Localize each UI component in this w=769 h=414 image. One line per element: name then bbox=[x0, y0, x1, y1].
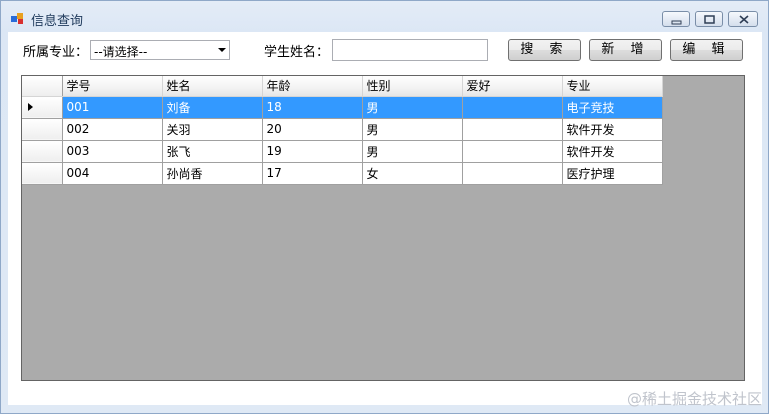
cell-id[interactable]: 004 bbox=[62, 162, 163, 185]
student-data-grid[interactable]: 学号 姓名 年龄 性别 爱好 专业 001 刘备 18 男 电子竞技 002 关… bbox=[21, 75, 745, 381]
cell-gender[interactable]: 男 bbox=[362, 118, 463, 141]
cell-gender[interactable]: 女 bbox=[362, 162, 463, 185]
add-button[interactable]: 新 增 bbox=[589, 39, 662, 61]
window-title: 信息查询 bbox=[31, 14, 84, 29]
cell-major[interactable]: 软件开发 bbox=[562, 140, 663, 163]
major-select-value: --请选择-- bbox=[94, 45, 148, 59]
cell-hobby[interactable] bbox=[462, 96, 563, 119]
cell-id[interactable]: 003 bbox=[62, 140, 163, 163]
chevron-down-icon[interactable] bbox=[218, 48, 226, 52]
student-table: 学号 姓名 年龄 性别 爱好 专业 001 刘备 18 男 电子竞技 002 关… bbox=[22, 76, 663, 185]
maximize-icon bbox=[704, 15, 715, 24]
column-header-gender[interactable]: 性别 bbox=[362, 76, 463, 97]
cell-gender[interactable]: 男 bbox=[362, 96, 463, 119]
major-select[interactable]: --请选择-- bbox=[90, 40, 230, 60]
column-header-hobby[interactable]: 爱好 bbox=[462, 76, 563, 97]
close-icon bbox=[739, 15, 749, 24]
cell-age[interactable]: 19 bbox=[262, 140, 363, 163]
major-label: 所属专业： bbox=[23, 45, 89, 60]
table-header-row: 学号 姓名 年龄 性别 爱好 专业 bbox=[22, 76, 663, 97]
minimize-icon bbox=[671, 20, 682, 25]
column-header-age[interactable]: 年龄 bbox=[262, 76, 363, 97]
cell-gender[interactable]: 男 bbox=[362, 140, 463, 163]
table-row[interactable]: 003 张飞 19 男 软件开发 bbox=[22, 140, 663, 163]
cell-hobby[interactable] bbox=[462, 162, 563, 185]
cell-name[interactable]: 张飞 bbox=[162, 140, 263, 163]
cell-id[interactable]: 002 bbox=[62, 118, 163, 141]
close-button[interactable] bbox=[728, 11, 758, 27]
student-name-label: 学生姓名： bbox=[264, 45, 330, 60]
column-header-name[interactable]: 姓名 bbox=[162, 76, 263, 97]
row-header[interactable] bbox=[22, 118, 63, 141]
cell-age[interactable]: 20 bbox=[262, 118, 363, 141]
cell-major[interactable]: 软件开发 bbox=[562, 118, 663, 141]
title-bar[interactable]: 信息查询 bbox=[1, 1, 768, 33]
edit-button[interactable]: 编 辑 bbox=[670, 39, 743, 61]
cell-name[interactable]: 关羽 bbox=[162, 118, 263, 141]
main-window: 信息查询 所属专业： --请选择-- 学生姓名： 搜 索 新 增 编 辑 学号 … bbox=[0, 0, 769, 414]
table-row[interactable]: 001 刘备 18 男 电子竞技 bbox=[22, 96, 663, 119]
row-header[interactable] bbox=[22, 162, 63, 185]
student-name-input[interactable] bbox=[332, 39, 488, 61]
search-button[interactable]: 搜 索 bbox=[508, 39, 581, 61]
row-header-corner[interactable] bbox=[22, 76, 63, 97]
row-header[interactable] bbox=[22, 96, 63, 119]
cell-hobby[interactable] bbox=[462, 140, 563, 163]
cell-name[interactable]: 刘备 bbox=[162, 96, 263, 119]
cell-id[interactable]: 001 bbox=[62, 96, 163, 119]
client-area: 所属专业： --请选择-- 学生姓名： 搜 索 新 增 编 辑 学号 姓名 年龄… bbox=[8, 32, 762, 405]
table-row[interactable]: 002 关羽 20 男 软件开发 bbox=[22, 118, 663, 141]
app-icon bbox=[11, 13, 23, 24]
watermark: @稀土掘金技术社区 bbox=[626, 390, 762, 408]
minimize-button[interactable] bbox=[662, 11, 690, 27]
cell-hobby[interactable] bbox=[462, 118, 563, 141]
column-header-id[interactable]: 学号 bbox=[62, 76, 163, 97]
cell-age[interactable]: 18 bbox=[262, 96, 363, 119]
cell-major[interactable]: 医疗护理 bbox=[562, 162, 663, 185]
maximize-button[interactable] bbox=[695, 11, 723, 27]
row-header[interactable] bbox=[22, 140, 63, 163]
cell-age[interactable]: 17 bbox=[262, 162, 363, 185]
column-header-major[interactable]: 专业 bbox=[562, 76, 663, 97]
cell-name[interactable]: 孙尚香 bbox=[162, 162, 263, 185]
table-row[interactable]: 004 孙尚香 17 女 医疗护理 bbox=[22, 162, 663, 185]
cell-major[interactable]: 电子竞技 bbox=[562, 96, 663, 119]
row-arrow-icon bbox=[28, 103, 33, 111]
